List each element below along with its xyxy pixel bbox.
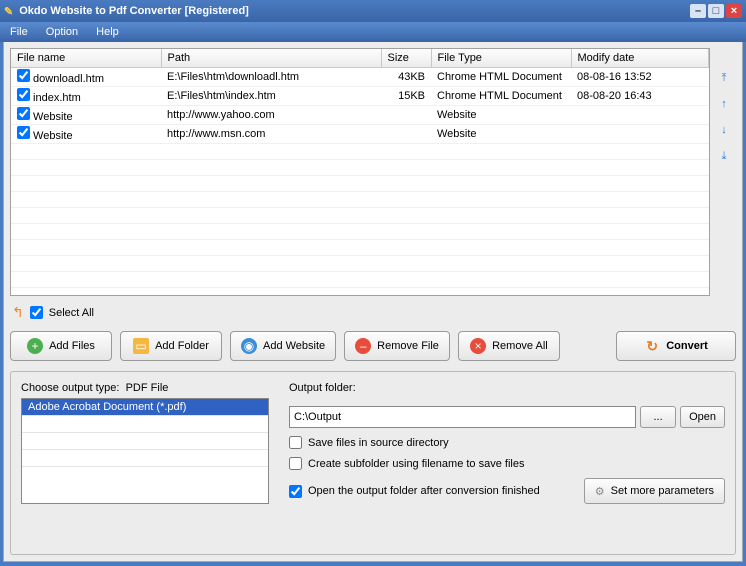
move-down-button[interactable]: ↓ <box>714 120 734 140</box>
window-title: Okdo Website to Pdf Converter [Registere… <box>19 5 249 17</box>
add-files-label: Add Files <box>49 340 95 352</box>
convert-icon: ↻ <box>644 338 660 354</box>
output-folder-input[interactable] <box>289 406 636 428</box>
open-after-checkbox[interactable] <box>289 485 302 498</box>
remove-all-button[interactable]: × Remove All <box>458 331 560 361</box>
move-up-button[interactable]: ↑ <box>714 94 734 114</box>
add-files-button[interactable]: + Add Files <box>10 331 112 361</box>
globe-icon: ◉ <box>241 338 257 354</box>
col-size[interactable]: Size <box>381 49 431 67</box>
output-type-list[interactable]: Adobe Acrobat Document (*.pdf) <box>21 398 269 504</box>
move-top-button[interactable]: ⤒ <box>714 68 734 88</box>
table-row[interactable]: Websitehttp://www.msn.comWebsite <box>11 124 709 143</box>
table-row[interactable]: Websitehttp://www.yahoo.comWebsite <box>11 105 709 124</box>
menubar: File Option Help <box>0 22 746 42</box>
choose-output-label: Choose output type: <box>21 382 119 394</box>
browse-button[interactable]: ... <box>640 406 676 428</box>
select-all-label: Select All <box>49 307 94 319</box>
plus-icon: + <box>27 338 43 354</box>
create-subfolder-label: Create subfolder using filename to save … <box>308 458 524 470</box>
set-more-params-button[interactable]: ⚙ Set more parameters <box>584 478 725 504</box>
col-modify[interactable]: Modify date <box>571 49 709 67</box>
add-folder-label: Add Folder <box>155 340 209 352</box>
save-source-checkbox[interactable] <box>289 436 302 449</box>
create-subfolder-checkbox[interactable] <box>289 457 302 470</box>
output-panel: Choose output type: PDF File Adobe Acrob… <box>10 371 736 555</box>
remove-file-label: Remove File <box>377 340 439 352</box>
add-website-label: Add Website <box>263 340 325 352</box>
col-filetype[interactable]: File Type <box>431 49 571 67</box>
minimize-button[interactable]: – <box>690 4 706 18</box>
col-path[interactable]: Path <box>161 49 381 67</box>
add-website-button[interactable]: ◉ Add Website <box>230 331 336 361</box>
output-type-value: PDF File <box>126 382 169 394</box>
titlebar: ✎ Okdo Website to Pdf Converter [Registe… <box>0 0 746 22</box>
table-row[interactable]: index.htmE:\Files\htm\index.htm15KBChrom… <box>11 86 709 105</box>
output-type-option[interactable]: Adobe Acrobat Document (*.pdf) <box>22 399 268 415</box>
col-filename[interactable]: File name <box>11 49 161 67</box>
table-row[interactable]: downloadl.htmE:\Files\htm\downloadl.htm4… <box>11 67 709 86</box>
row-checkbox[interactable] <box>17 126 30 139</box>
file-table[interactable]: File name Path Size File Type Modify dat… <box>10 48 710 296</box>
remove-file-button[interactable]: – Remove File <box>344 331 450 361</box>
select-all-checkbox[interactable] <box>30 306 43 319</box>
open-button[interactable]: Open <box>680 406 725 428</box>
set-more-params-label: Set more parameters <box>611 485 714 497</box>
up-folder-icon[interactable]: ↰ <box>12 304 24 321</box>
row-checkbox[interactable] <box>17 88 30 101</box>
menu-help[interactable]: Help <box>92 24 123 40</box>
x-icon: × <box>470 338 486 354</box>
folder-icon: ▭ <box>133 338 149 354</box>
close-button[interactable]: × <box>726 4 742 18</box>
convert-button[interactable]: ↻ Convert <box>616 331 736 361</box>
row-checkbox[interactable] <box>17 107 30 120</box>
app-logo-icon: ✎ <box>4 5 13 18</box>
add-folder-button[interactable]: ▭ Add Folder <box>120 331 222 361</box>
menu-option[interactable]: Option <box>42 24 82 40</box>
output-folder-label: Output folder: <box>289 382 725 394</box>
convert-label: Convert <box>666 340 708 352</box>
row-checkbox[interactable] <box>17 69 30 82</box>
maximize-button[interactable]: □ <box>708 4 724 18</box>
gear-icon: ⚙ <box>595 485 605 498</box>
save-source-label: Save files in source directory <box>308 437 449 449</box>
workarea: File name Path Size File Type Modify dat… <box>3 42 743 562</box>
minus-icon: – <box>355 338 371 354</box>
open-after-label: Open the output folder after conversion … <box>308 485 540 497</box>
remove-all-label: Remove All <box>492 340 548 352</box>
menu-file[interactable]: File <box>6 24 32 40</box>
move-bottom-button[interactable]: ⤓ <box>714 146 734 166</box>
